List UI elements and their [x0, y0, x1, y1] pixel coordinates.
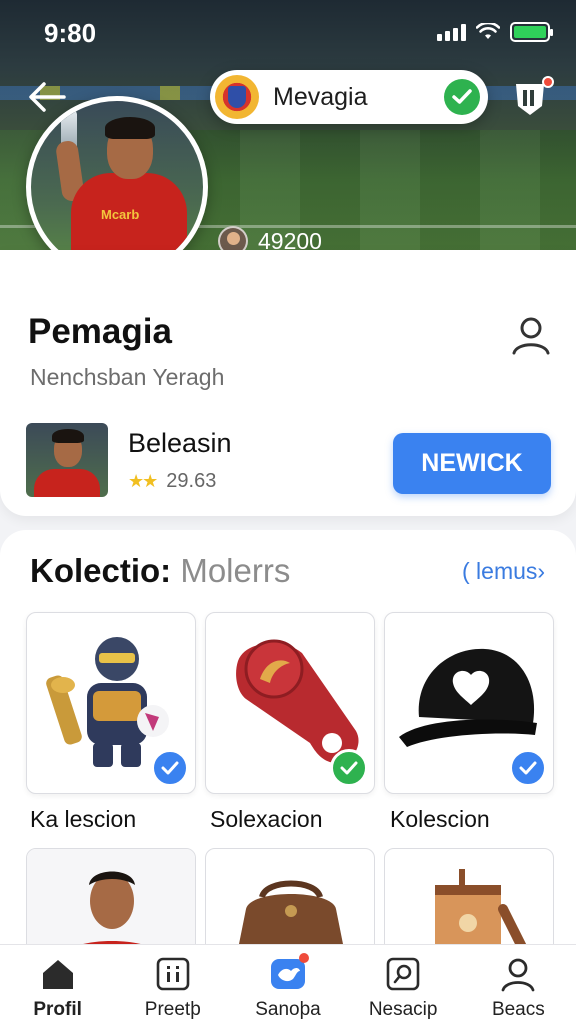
featured-thumbnail[interactable] [26, 423, 108, 497]
nav-label: Sanoþa [255, 999, 321, 1020]
follow-person-icon[interactable] [510, 314, 552, 356]
club-pill[interactable]: Mevagia [210, 70, 488, 124]
battery-icon [510, 22, 553, 42]
nav-nesacip[interactable]: Nesacip [346, 945, 461, 1024]
notification-dot [542, 76, 554, 88]
nav-profil[interactable]: Profil [0, 945, 115, 1024]
collection-item-label: Kolescion [390, 806, 490, 832]
wifi-icon [476, 23, 500, 39]
profile-name: Pemagia [28, 312, 172, 351]
search-icon [386, 957, 420, 991]
status-icons [437, 22, 553, 42]
selected-check-icon [151, 749, 189, 787]
nav-label: Profil [33, 999, 82, 1020]
verified-check-icon [444, 79, 480, 115]
selected-check-icon [509, 749, 547, 787]
collection-title: Kolectio: Molerrs [30, 552, 290, 590]
collection-item[interactable] [384, 612, 554, 794]
signal-icon [437, 23, 466, 41]
bottom-nav: Profil Preetþ Sanoþa Nesacip Beacs [0, 944, 576, 1024]
rating-value: 29.63 [166, 470, 217, 492]
collection-item[interactable] [384, 848, 554, 958]
featured-rating: ★★ 29.63 [128, 470, 216, 493]
chevron-right-icon: › [537, 558, 546, 584]
collection-item-label: Solexacion [210, 806, 323, 832]
notification-dot [298, 953, 309, 963]
profile-subtitle: Nenchsban Yeragh [30, 364, 225, 390]
notifications-button[interactable] [508, 76, 554, 118]
newick-button[interactable]: NEWICK [393, 433, 551, 494]
collection-title-muted: Molerrs [180, 552, 291, 589]
wave-divider [0, 253, 576, 308]
collection-item[interactable] [205, 848, 375, 958]
club-name: Mevagia [273, 82, 368, 111]
status-bar: 9:80 [0, 0, 576, 64]
collection-see-all-link[interactable]: ( lemus› [462, 558, 545, 585]
star-rating-icon: ★★ [128, 471, 158, 491]
player-photo-icon [27, 849, 195, 957]
nav-preetp[interactable]: Preetþ [115, 945, 230, 1024]
nav-label: Preetþ [144, 999, 201, 1020]
collection-item[interactable] [26, 612, 196, 794]
collection-item[interactable] [26, 848, 196, 958]
collection-title-main: Kolectio: [30, 552, 172, 589]
selected-check-icon [330, 749, 368, 787]
person-icon [501, 958, 535, 992]
featured-title: Beleasin [128, 428, 232, 458]
scoreboard-icon [156, 957, 190, 991]
nav-sanopa[interactable]: Sanoþa [230, 945, 345, 1024]
status-time: 9:80 [44, 18, 97, 48]
nav-beacs[interactable]: Beacs [461, 945, 576, 1024]
bag-icon [236, 880, 346, 957]
club-crest-icon [215, 75, 259, 119]
nav-label: Nesacip [368, 999, 438, 1020]
home-icon [42, 960, 73, 989]
collection-item-label: Ka lescion [30, 806, 137, 832]
mug-icon [435, 869, 528, 957]
collection-item[interactable] [205, 612, 375, 794]
nav-label: Beacs [491, 999, 545, 1020]
